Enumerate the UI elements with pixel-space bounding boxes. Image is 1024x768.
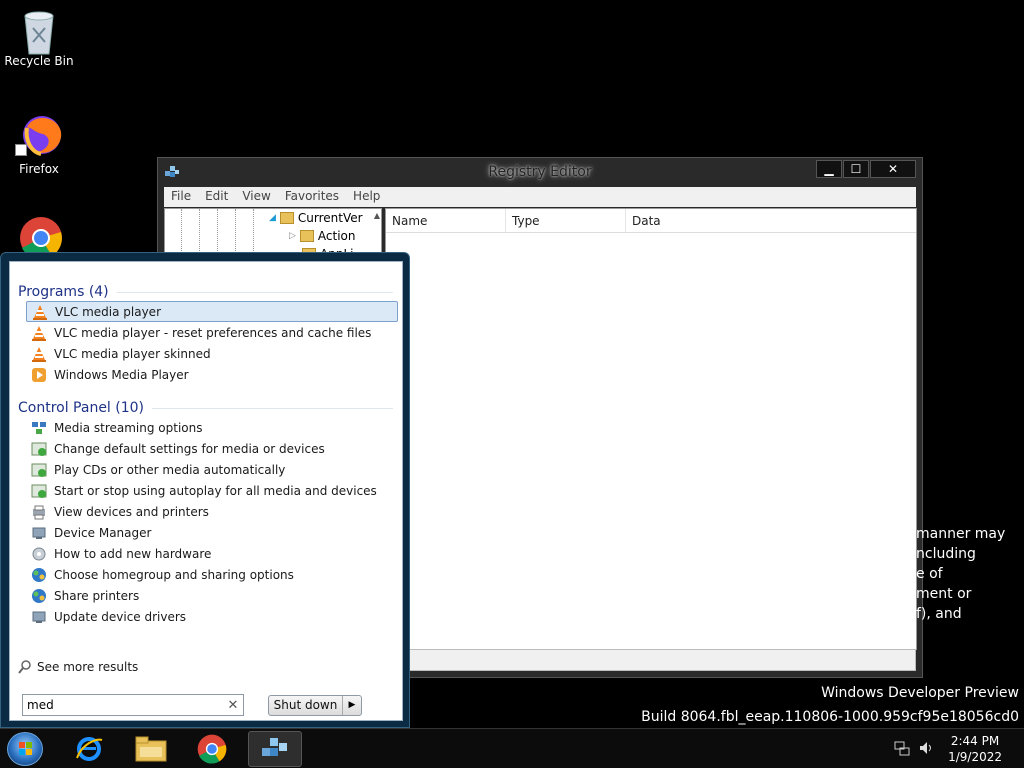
expander-icon[interactable]: ◢ xyxy=(269,213,276,223)
taskbar-chrome[interactable] xyxy=(185,731,239,767)
maximize-button[interactable]: ☐ xyxy=(843,160,869,178)
autoplay-icon xyxy=(31,441,47,457)
start-button[interactable] xyxy=(7,732,43,766)
result-device-manager[interactable]: Device Manager xyxy=(26,522,398,543)
result-update-device-drivers[interactable]: Update device drivers xyxy=(26,606,398,627)
chrome-icon xyxy=(19,216,62,260)
taskbar-file-explorer[interactable] xyxy=(124,731,178,767)
tree-node[interactable]: ▷ Action xyxy=(289,229,356,243)
magnifier-icon xyxy=(18,660,32,674)
result-autoplay-all-media[interactable]: Start or stop using autoplay for all med… xyxy=(26,480,398,501)
internet-explorer-icon xyxy=(76,737,103,761)
column-header-type[interactable]: Type xyxy=(506,209,626,232)
vlc-icon xyxy=(31,346,47,362)
result-homegroup-sharing[interactable]: Choose homegroup and sharing options xyxy=(26,564,398,585)
start-menu: Programs (4) VLC media player VLC media … xyxy=(0,252,410,728)
device-manager-icon xyxy=(31,609,47,625)
title-bar[interactable]: Registry Editor ▁ ☐ ✕ xyxy=(158,158,922,186)
search-input[interactable] xyxy=(23,698,223,712)
start-search-box[interactable]: ✕ xyxy=(22,694,244,716)
taskbar: 2:44 PM 1/9/2022 xyxy=(0,728,1024,768)
clear-search-icon[interactable]: ✕ xyxy=(223,698,243,713)
folder-icon xyxy=(279,212,294,224)
menu-view[interactable]: View xyxy=(235,187,277,207)
result-vlc-media-player[interactable]: VLC media player xyxy=(26,301,398,322)
search-results-panel: Programs (4) VLC media player VLC media … xyxy=(9,261,403,721)
add-hardware-icon xyxy=(31,546,47,562)
recycle-bin-icon xyxy=(19,8,59,55)
file-explorer-icon xyxy=(135,736,167,762)
result-windows-media-player[interactable]: Windows Media Player xyxy=(26,364,398,385)
tree-node[interactable]: ◢ CurrentVer xyxy=(269,211,363,225)
result-change-default-settings[interactable]: Change default settings for media or dev… xyxy=(26,438,398,459)
result-share-printers[interactable]: Share printers xyxy=(26,585,398,606)
license-text: manner may ncluding e of ment or f), and xyxy=(916,526,1006,622)
clock-time: 2:44 PM xyxy=(950,734,1000,748)
column-header-name[interactable]: Name xyxy=(386,209,506,232)
devices-printers-icon xyxy=(31,504,47,520)
clock[interactable]: 2:44 PM 1/9/2022 xyxy=(948,733,1002,765)
chrome-icon xyxy=(197,734,227,764)
windows-media-player-icon xyxy=(31,367,47,383)
vlc-icon xyxy=(31,325,47,341)
see-more-results-link[interactable]: See more results xyxy=(18,660,138,674)
expander-icon[interactable]: ▷ xyxy=(289,231,296,241)
menu-edit[interactable]: Edit xyxy=(198,187,235,207)
desktop-icon-label: Firefox xyxy=(19,162,59,176)
tree-scroll-up-button[interactable]: ▲ xyxy=(374,211,380,220)
volume-icon[interactable] xyxy=(918,740,934,759)
result-add-new-hardware[interactable]: How to add new hardware xyxy=(26,543,398,564)
menu-favorites[interactable]: Favorites xyxy=(278,187,346,207)
watermark-line1: Windows Developer Preview xyxy=(821,685,1019,701)
window-title: Registry Editor xyxy=(488,164,592,180)
registry-editor-icon xyxy=(262,738,287,756)
media-streaming-icon xyxy=(31,420,47,436)
shutdown-button[interactable]: Shut down xyxy=(269,696,343,715)
control-panel-header[interactable]: Control Panel (10) xyxy=(18,400,393,416)
menu-bar: File Edit View Favorites Help xyxy=(164,187,916,207)
desktop-icon-firefox[interactable]: Firefox xyxy=(1,112,77,176)
watermark-line2: Build 8064.fbl_eeap.110806-1000.959cf95e… xyxy=(641,709,1019,725)
homegroup-icon xyxy=(31,588,47,604)
firefox-icon xyxy=(15,112,62,156)
desktop-icon-recycle-bin[interactable]: Recycle Bin xyxy=(1,8,77,68)
desktop-icon-label: Recycle Bin xyxy=(4,54,74,68)
clock-date: 1/9/2022 xyxy=(948,750,1002,764)
result-vlc-reset[interactable]: VLC media player - reset preferences and… xyxy=(26,322,398,343)
close-button[interactable]: ✕ xyxy=(870,160,916,178)
windows-logo-icon xyxy=(19,742,32,755)
result-view-devices-printers[interactable]: View devices and printers xyxy=(26,501,398,522)
network-icon[interactable] xyxy=(894,740,910,759)
shutdown-options-arrow-icon[interactable]: ▶ xyxy=(343,696,361,715)
column-header-data[interactable]: Data xyxy=(626,209,916,232)
device-manager-icon xyxy=(31,525,47,541)
system-tray: 2:44 PM 1/9/2022 xyxy=(894,729,1024,768)
values-list[interactable]: Name Type Data xyxy=(385,208,917,650)
homegroup-icon xyxy=(31,567,47,583)
menu-file[interactable]: File xyxy=(164,187,198,207)
autoplay-icon xyxy=(31,462,47,478)
menu-help[interactable]: Help xyxy=(346,187,387,207)
taskbar-internet-explorer[interactable] xyxy=(62,731,116,767)
shutdown-button-group: Shut down ▶ xyxy=(268,695,362,716)
programs-header[interactable]: Programs (4) xyxy=(18,284,393,300)
autoplay-icon xyxy=(31,483,47,499)
minimize-button[interactable]: ▁ xyxy=(816,160,842,178)
vlc-icon xyxy=(32,304,48,320)
result-vlc-skinned[interactable]: VLC media player skinned xyxy=(26,343,398,364)
result-play-cds[interactable]: Play CDs or other media automatically xyxy=(26,459,398,480)
folder-icon xyxy=(299,230,314,242)
taskbar-registry-editor[interactable] xyxy=(248,731,302,767)
result-media-streaming-options[interactable]: Media streaming options xyxy=(26,417,398,438)
